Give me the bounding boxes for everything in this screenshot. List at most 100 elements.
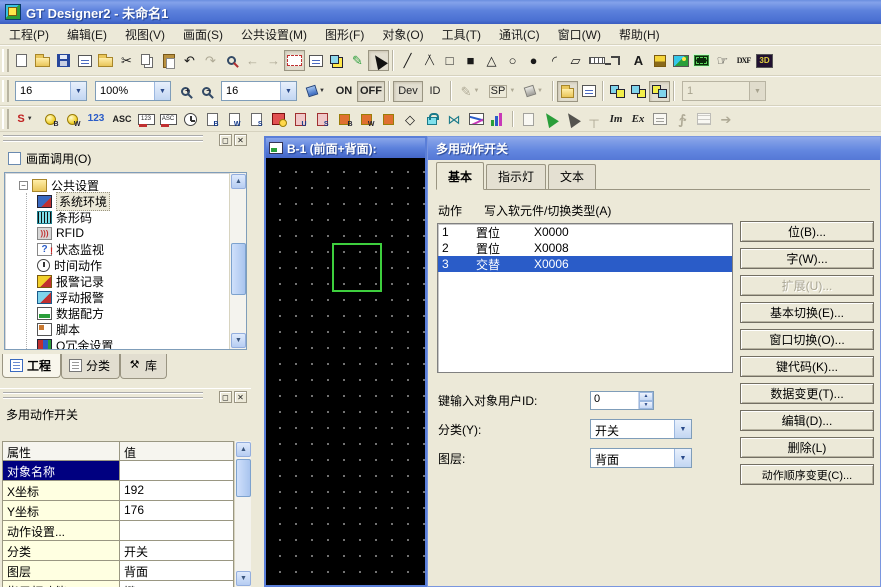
screen-size-button[interactable] [284,50,305,71]
scatter-graph-button[interactable]: ⋈ [443,109,465,129]
piping-tool-icon[interactable] [607,50,628,71]
scroll-down-icon[interactable]: ▼ [236,571,251,586]
menu-project[interactable]: 工程(P) [0,24,58,45]
tree-node-q-redundancy[interactable]: Q冗余设置 [37,337,246,350]
tree-node-barcode[interactable]: 条形码 [37,209,246,225]
parts-move-button[interactable] [377,109,399,129]
cut-button[interactable]: ✂ [116,50,137,71]
property-row-action-settings[interactable]: 动作设置... [3,521,233,541]
paste-button[interactable] [158,50,179,71]
action-list[interactable]: 1 置位 X0000 2 置位 X0008 3 交替 X0006 [437,223,733,373]
device-on-button[interactable]: ON [331,81,357,102]
fill-color-dropdown[interactable]: ▼ [301,81,331,102]
undo-button[interactable]: ↶ [179,50,200,71]
lamp-word-button[interactable] [61,109,83,129]
arc-tool-icon[interactable]: ◜ [544,50,565,71]
layer-dropdown[interactable]: 背面 ▼ [590,448,692,468]
menu-edit[interactable]: 编辑(E) [58,24,116,45]
numeric-input-button[interactable]: 123 [135,109,157,129]
category-dropdown[interactable]: 开关 ▼ [590,419,692,439]
delete-button[interactable]: 删除(L) [740,437,874,458]
tree-scrollbar[interactable]: ▲ ▼ [229,173,246,349]
sector-tool-icon[interactable]: ▱ [565,50,586,71]
bit-button[interactable]: 位(B)... [740,221,874,242]
data-list-button[interactable] [578,81,599,102]
user-id-spinner[interactable]: 0 ▲▼ [590,391,654,410]
menu-screen[interactable]: 画面(S) [174,24,232,45]
layer-both-button[interactable] [649,81,670,102]
dxf-import-icon[interactable]: DXF [733,50,754,71]
screen-prop-button[interactable] [557,81,578,102]
comment-simple-button[interactable] [245,109,267,129]
copy-button[interactable] [137,50,158,71]
window-switch-button[interactable]: 窗口切换(O)... [740,329,874,350]
layer-front-button[interactable] [607,81,628,102]
screen-canvas[interactable] [266,158,425,585]
system-alarm-button[interactable] [311,109,333,129]
property-row-x[interactable]: X坐标192 [3,481,233,501]
tree-node-system-env[interactable]: 系统环境 [37,193,246,209]
line-graph-button[interactable] [465,109,487,129]
tab-text[interactable]: 文本 [548,164,596,189]
id-display-button[interactable]: ID [423,81,447,102]
filled-rect-tool-icon[interactable]: ■ [460,50,481,71]
menu-common-settings[interactable]: 公共设置(M) [232,24,316,45]
property-row-lamp-function[interactable]: 指示灯功能键 [3,581,233,587]
rect-tool-icon[interactable]: □ [439,50,460,71]
numeric-display-button[interactable]: 123 [83,109,109,129]
save-project-button[interactable] [53,50,74,71]
open-project-button[interactable] [32,50,53,71]
property-scrollbar[interactable]: ▲ ▼ [234,441,251,587]
polygon-tool-icon[interactable]: △ [481,50,502,71]
menu-communication[interactable]: 通讯(C) [490,24,549,45]
tab-basic[interactable]: 基本 [436,162,484,190]
toolbar-grip[interactable] [2,80,9,102]
alarm-history-button[interactable] [267,109,289,129]
word-button[interactable]: 字(W)... [740,248,874,269]
snap-combo[interactable]: 16▼ [221,81,297,101]
scale-tool-icon[interactable] [586,50,607,71]
zoom-combo[interactable]: 100%▼ [95,81,171,101]
data-change-button[interactable]: 数据变更(T)... [740,383,874,404]
ascii-display-button[interactable]: ASC [109,109,135,129]
tree-node-common-settings[interactable]: − 公共设置 [19,177,246,193]
property-row-category[interactable]: 分类开关 [3,541,233,561]
bar-graph-button[interactable] [487,109,509,129]
level-button[interactable] [421,109,443,129]
filled-circle-tool-icon[interactable]: ● [523,50,544,71]
tab-category[interactable]: 分类 [61,354,120,379]
base-switch-button[interactable]: 基本切换(E)... [740,302,874,323]
menu-object[interactable]: 对象(O) [373,24,432,45]
collapse-icon[interactable]: − [19,181,28,190]
edit-button[interactable]: 编辑(D)... [740,410,874,431]
dialog-title-bar[interactable]: 多用动作开关 [428,137,880,160]
tab-lamp[interactable]: 指示灯 [486,164,546,189]
panelmeter-button[interactable]: ◇ [399,109,421,129]
menu-figure[interactable]: 图形(F) [316,24,373,45]
zoom-in-button[interactable]: + [175,81,196,102]
lamp-bit-button[interactable] [39,109,61,129]
clock-button[interactable] [179,109,201,129]
comment-word-button[interactable] [223,109,245,129]
switch-dropdown[interactable]: S▼ [11,109,39,129]
select-mode-button[interactable] [368,50,389,71]
toolbar-grip[interactable] [2,109,9,128]
tree-node-alarm-history[interactable]: 报警记录 [37,273,246,289]
tree-node-status-watch[interactable]: ? 状态监视 [37,241,246,257]
tree-node-script[interactable]: 脚本 [37,321,246,337]
tab-library[interactable]: ⚒ 库 [120,354,167,379]
paint-tool-icon[interactable] [649,50,670,71]
property-row-y[interactable]: Y坐标176 [3,501,233,521]
tab-project[interactable]: 工程 [2,354,61,378]
tree-node-recipe[interactable]: 数据配方 [37,305,246,321]
pane-close-button[interactable]: ✕ [234,134,247,146]
pane-float-button[interactable]: ◻ [219,134,232,146]
device-display-button[interactable]: Dev [393,81,423,102]
user-alarm-button[interactable] [289,109,311,129]
figure-pen-button[interactable]: ✎ [347,50,368,71]
screen-call-checkbox[interactable] [8,152,21,165]
key-code-button[interactable]: 键代码(K)... [740,356,874,377]
tree-node-rfid[interactable]: ))) RFID [37,225,246,241]
toolbar-grip[interactable] [2,49,9,72]
zoom-out-button[interactable]: − [196,81,217,102]
